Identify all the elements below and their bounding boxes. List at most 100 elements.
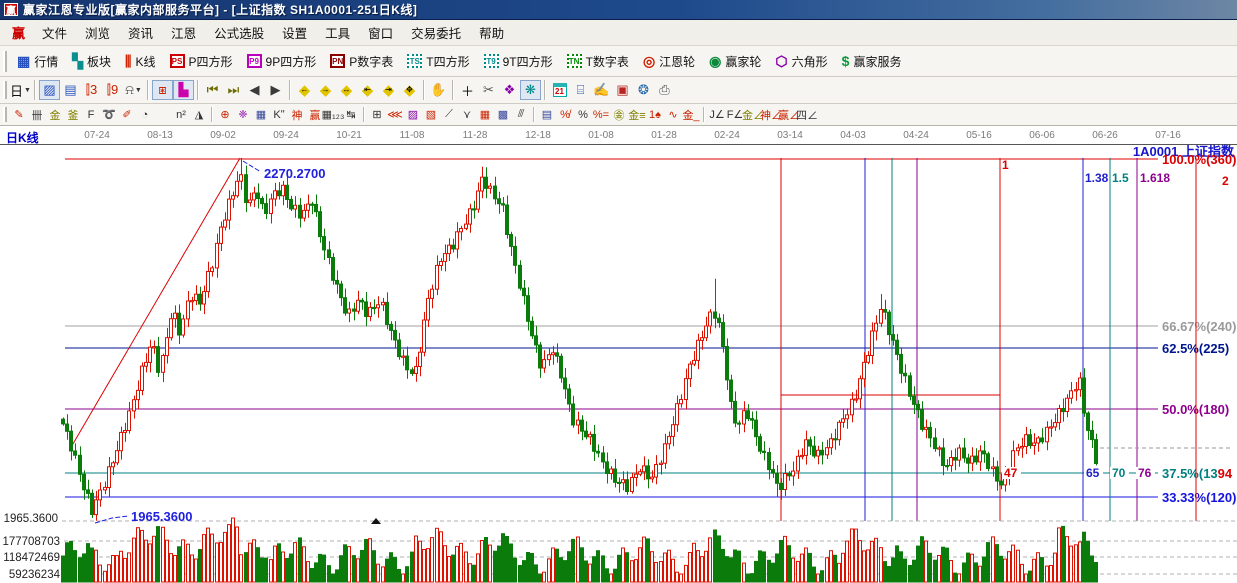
menu-item-6[interactable]: 设置 <box>273 20 316 45</box>
draw-tool-3-9-icon[interactable]: ⫻ <box>512 107 530 123</box>
draw-tool-3-4-icon[interactable]: ▧ <box>422 107 440 123</box>
gann-tool-teal-icon[interactable]: ❋ <box>520 80 541 100</box>
draw-tool-4-3-icon[interactable]: % <box>574 107 592 123</box>
draw-tool-4-8-icon[interactable]: ∿ <box>664 107 682 123</box>
next-icon[interactable]: ▶ <box>265 80 286 100</box>
bars-3-icon[interactable]: ⫿3 <box>81 80 102 100</box>
toolbar-grip[interactable] <box>3 51 7 72</box>
p-square-button[interactable]: PSP四方形 <box>163 50 240 73</box>
menu-item-7[interactable]: 工具 <box>316 20 359 45</box>
draw-tool-2-2-icon[interactable]: ❈ <box>234 107 252 123</box>
menu-item-5[interactable]: 公式选股 <box>205 20 273 45</box>
draw-tool-4-7-icon[interactable]: 1♠ <box>646 107 664 123</box>
print-icon[interactable]: ⎙ <box>654 80 675 100</box>
menu-item-9[interactable]: 交易委托 <box>402 20 470 45</box>
draw-tool-4-1-icon[interactable]: ▤ <box>538 107 556 123</box>
save-icon[interactable]: ▣ <box>612 80 633 100</box>
toolbar-grip[interactable] <box>3 107 7 122</box>
calendar-icon[interactable]: 21 <box>549 80 570 100</box>
draw-tool-3-8-icon[interactable]: ▩ <box>494 107 512 123</box>
kline-chart-canvas[interactable]: 07-2408-1309-0209-2410-2111-0811-2812-18… <box>0 126 1237 583</box>
shift-right-icon[interactable]: ◆→ <box>315 80 336 100</box>
draw-tool-3-7-icon[interactable]: ▦ <box>476 107 494 123</box>
draw-tool-1-11-icon[interactable]: ◮ <box>190 107 208 123</box>
draw-tool-1-10-icon[interactable]: n² <box>172 107 190 123</box>
first-page-icon[interactable]: ⏮ <box>202 80 223 100</box>
p-number-table-button[interactable]: PNP数字表 <box>323 50 400 73</box>
winner-service-button[interactable]: $赢家服务 <box>835 50 909 73</box>
gann-wheel-button[interactable]: ◎江恩轮 <box>636 50 702 73</box>
draw-tool-3-5-icon[interactable]: ⟋ <box>440 107 458 123</box>
expand-h-icon[interactable]: ◆↔ <box>336 80 357 100</box>
color-histogram-icon[interactable]: ▙ <box>173 80 194 100</box>
kline-chart[interactable]: 07-2408-1309-0209-2410-2111-0811-2812-18… <box>0 126 1237 583</box>
t-number-table-button[interactable]: TNT数字表 <box>560 50 636 73</box>
sector-button[interactable]: ▚板块 <box>65 50 118 73</box>
draw-tool-4-6-icon[interactable]: 金≡ <box>628 107 646 123</box>
draw-tool-4-5-icon[interactable]: ㊎ <box>610 107 628 123</box>
draw-tool-4-9-icon[interactable]: 金_ <box>682 107 700 123</box>
draw-tool-2-8-icon[interactable]: ↹ <box>342 107 360 123</box>
draw-tool-3-1-icon[interactable]: ⊞ <box>368 107 386 123</box>
winner-service-label: 赢家服务 <box>853 53 901 70</box>
crosshair-icon[interactable]: ＋ <box>457 80 478 100</box>
marker-pin-icon[interactable]: ⍾▼ <box>123 80 144 100</box>
quote-button[interactable]: ▦行情 <box>10 50 65 73</box>
draw-tool-2-1-icon[interactable]: ⊕ <box>216 107 234 123</box>
draw-tool-5-1-icon[interactable]: J∠ <box>708 107 726 123</box>
menu-item-4[interactable]: 江恩 <box>162 20 205 45</box>
last-page-icon[interactable]: ⏭ <box>223 80 244 100</box>
menu-item-10[interactable]: 帮助 <box>470 20 513 45</box>
bars-9-icon[interactable]: ⫿9 <box>102 80 123 100</box>
draw-tool-2-5-icon[interactable]: 神 <box>288 107 306 123</box>
t-square-button[interactable]: TST四方形 <box>400 50 476 73</box>
network-icon[interactable]: ❂ <box>633 80 654 100</box>
menu-item-3[interactable]: 资讯 <box>119 20 162 45</box>
draw-tool-1-6-icon[interactable]: ➰ <box>100 107 118 123</box>
compress-left-icon[interactable]: ◆⇤ <box>357 80 378 100</box>
pattern-window-icon[interactable]: ▨ <box>39 80 60 100</box>
draw-tool-1-2-icon[interactable]: 卌 <box>28 107 46 123</box>
draw-tool-1-5-icon[interactable]: F <box>82 107 100 123</box>
menu-item-2[interactable]: 浏览 <box>76 20 119 45</box>
menu-item-8[interactable]: 窗口 <box>359 20 402 45</box>
draw-tool-3-6-icon[interactable]: ⋎ <box>458 107 476 123</box>
draw-tool-1-4-icon[interactable]: 釜 <box>64 107 82 123</box>
p-square-label: P四方形 <box>189 53 233 70</box>
prev-icon[interactable]: ◀ <box>244 80 265 100</box>
draw-tool-2-4-icon[interactable]: Kʺ <box>270 107 288 123</box>
draw-tool-4-4-icon[interactable]: %= <box>592 107 610 123</box>
svg-text:06-26: 06-26 <box>1092 130 1118 141</box>
calculator-icon[interactable]: ⌸ <box>570 80 591 100</box>
menu-item-1[interactable]: 文件 <box>33 20 76 45</box>
hexagon-button[interactable]: ⬡六角形 <box>768 50 834 73</box>
9t-square-button[interactable]: T99T四方形 <box>477 50 560 73</box>
draw-tool-2-7-icon[interactable]: ▦₁₂₃ <box>324 107 342 123</box>
shift-left-icon[interactable]: ◆← <box>294 80 315 100</box>
draw-tool-1-7-icon[interactable]: ✐ <box>118 107 136 123</box>
draw-tool-1-8-icon[interactable]: ◔ <box>136 107 154 123</box>
draw-tool-3-2-icon[interactable]: ⋘ <box>386 107 404 123</box>
draw-tool-1-1-icon[interactable]: ✎ <box>10 107 28 123</box>
winner-wheel-button[interactable]: ◉赢家轮 <box>702 50 768 73</box>
svg-text:05-16: 05-16 <box>966 130 992 141</box>
cut-tool-icon[interactable]: ✂ <box>478 80 499 100</box>
kline-style-icon[interactable]: 日▼ <box>10 80 31 100</box>
kline-button[interactable]: ⫼K线 <box>118 50 162 73</box>
draw-tool-2-3-icon[interactable]: ▦ <box>252 107 270 123</box>
draw-tool-4-2-icon[interactable]: %̸ <box>556 107 574 123</box>
draw-tool-3-3-icon[interactable]: ▨ <box>404 107 422 123</box>
9p-square-button[interactable]: P99P四方形 <box>240 50 324 73</box>
compress-right-icon[interactable]: ◆⇥ <box>378 80 399 100</box>
draw-tool-5-6-icon[interactable]: 四∠ <box>798 107 816 123</box>
draw-tool-1-3-icon[interactable]: 金 <box>46 107 64 123</box>
svg-text:2270.2700: 2270.2700 <box>264 166 325 181</box>
gann-tool-purple-icon[interactable]: ❖ <box>499 80 520 100</box>
pan-hand-icon[interactable]: ✋ <box>428 80 449 100</box>
trend-pattern-icon[interactable]: ⧆ <box>152 80 173 100</box>
info-doc-icon[interactable]: ▤ <box>60 80 81 100</box>
draw-tool-1-9-icon[interactable]: ⿙ <box>154 107 172 123</box>
toolbar-grip[interactable] <box>3 81 7 99</box>
fit-all-icon[interactable]: ◆✥ <box>399 80 420 100</box>
notes-icon[interactable]: ✍ <box>591 80 612 100</box>
